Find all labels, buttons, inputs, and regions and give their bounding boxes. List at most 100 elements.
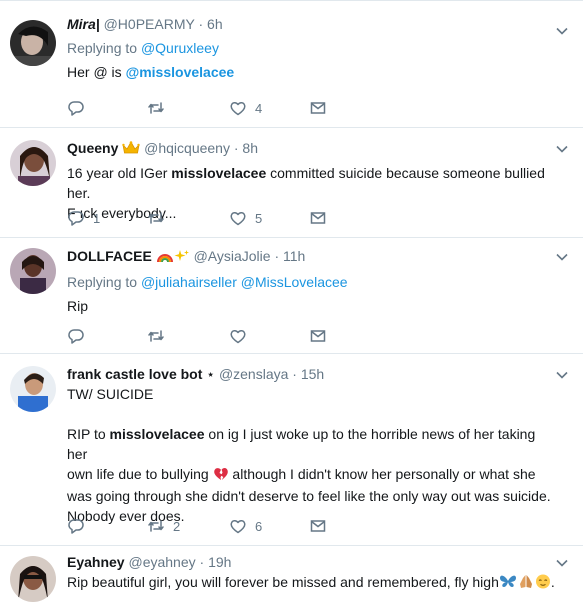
tweet-header: Mira| @H0PEARMY · 6h (67, 14, 553, 34)
message-icon (310, 212, 326, 224)
reply-button[interactable]: 1 (67, 208, 100, 228)
retweet-icon (148, 520, 164, 532)
like-button[interactable]: 4 (229, 98, 262, 118)
tweet-actions: 4 (67, 98, 327, 118)
separator: · (198, 16, 204, 32)
tweet-actions: 1 5 (67, 208, 327, 228)
retweet-button[interactable]: 2 (147, 516, 180, 536)
tweet-text-part: RIP to (67, 426, 110, 442)
display-name[interactable]: Mira| (67, 16, 100, 32)
like-button[interactable]: 6 (229, 516, 262, 536)
replying-to: Replying to @Quruxleey (67, 38, 553, 58)
like-button[interactable] (229, 326, 255, 346)
direct-message-button[interactable] (309, 516, 327, 536)
message-icon (310, 330, 326, 342)
tweet[interactable]: Eyahney @eyahney · 19h Rip beautiful gir… (0, 546, 583, 602)
tweet-text-part: 16 year old IGer (67, 165, 172, 181)
tweet-text: RIP to misslovelacee on ig I just woke u… (67, 424, 553, 464)
retweet-count: 2 (173, 518, 181, 534)
reply-icon (68, 329, 84, 344)
avatar[interactable] (10, 140, 56, 186)
tweet[interactable]: frank castle love bot ⋆ @zenslaya · 15h … (0, 354, 583, 546)
tweet[interactable]: Mira| @H0PEARMY · 6h Replying to @Quruxl… (0, 0, 583, 128)
direct-message-button[interactable] (309, 208, 327, 228)
tweet-text-line: TW/ SUICIDE (67, 386, 154, 402)
tweet-header: DOLLFACEE @AysiaJolie · 11h (67, 246, 553, 268)
avatar[interactable] (10, 248, 56, 294)
reply-icon (68, 101, 84, 116)
mention-link[interactable]: @Quruxleey (141, 40, 219, 56)
reply-count: 1 (93, 210, 101, 226)
star-symbol: ⋆ (206, 366, 216, 382)
replying-to-label: Replying to (67, 274, 141, 290)
tweet-actions: 2 6 (67, 516, 327, 536)
tweet[interactable]: Queeny @hqicqueeny · 8h 16 year old IGer… (0, 128, 583, 238)
crown-emoji (122, 140, 140, 160)
replying-to: Replying to @juliahairseller @MissLovela… (67, 272, 553, 292)
timestamp[interactable]: 6h (207, 16, 223, 32)
separator: · (274, 248, 280, 264)
reply-icon (68, 519, 84, 534)
reply-icon (68, 211, 84, 226)
chevron-down-icon[interactable] (555, 556, 569, 570)
mention-link[interactable]: @misslovelacee (126, 64, 235, 80)
timestamp[interactable]: 15h (301, 366, 324, 382)
reply-button[interactable] (67, 516, 93, 536)
mention-link[interactable]: @MissLovelacee (241, 274, 348, 290)
reply-button[interactable] (67, 98, 93, 118)
like-icon (230, 520, 246, 534)
relieved-face-emoji (535, 574, 551, 594)
timestamp[interactable]: 19h (208, 554, 231, 570)
user-handle[interactable]: @AysiaJolie (194, 248, 271, 264)
chevron-down-icon[interactable] (555, 142, 569, 156)
display-name[interactable]: Queeny (67, 140, 118, 156)
like-icon (230, 212, 246, 226)
direct-message-button[interactable] (309, 326, 327, 346)
timestamp[interactable]: 8h (242, 140, 258, 156)
user-handle[interactable]: @eyahney (128, 554, 195, 570)
tweet[interactable]: DOLLFACEE @AysiaJolie · 11h Replying to … (0, 238, 583, 354)
broken-heart-emoji (213, 466, 229, 486)
display-name[interactable]: frank castle love bot (67, 366, 202, 382)
tweet-text-part: . (550, 574, 555, 590)
mention-link[interactable]: @juliahairseller (141, 274, 237, 290)
retweet-button[interactable] (147, 208, 173, 228)
rainbow-emoji (156, 248, 174, 268)
separator: · (199, 554, 205, 570)
timestamp[interactable]: 11h (283, 248, 305, 264)
retweet-icon (148, 330, 164, 342)
chevron-down-icon[interactable] (555, 250, 569, 264)
user-handle[interactable]: @H0PEARMY (104, 16, 195, 32)
like-icon (230, 330, 246, 344)
tweet-text-part: although I didn't know her personally or… (228, 466, 536, 482)
praying-hands-emoji (517, 574, 535, 594)
bold-username: misslovelacee (171, 165, 267, 181)
user-handle[interactable]: @zenslaya (219, 366, 288, 382)
tweet-text-part: Her @ is (67, 64, 126, 80)
reply-button[interactable] (67, 326, 93, 346)
butterfly-emoji (499, 574, 517, 594)
tweet-text: Rip beautiful girl, you will forever be … (67, 572, 555, 594)
avatar[interactable] (10, 366, 56, 412)
tweet-text-line: own life due to bullying although I didn… (67, 464, 553, 486)
like-count: 5 (255, 210, 263, 226)
like-button[interactable]: 5 (229, 208, 262, 228)
separator: · (292, 366, 297, 382)
display-name[interactable]: Eyahney (67, 554, 125, 570)
sparkles-emoji (174, 248, 190, 268)
chevron-down-icon[interactable] (555, 24, 569, 38)
retweet-icon (148, 102, 164, 114)
user-handle[interactable]: @hqicqueeny (144, 140, 230, 156)
replying-to-label: Replying to (67, 40, 141, 56)
tweet-header: Queeny @hqicqueeny · 8h (67, 138, 553, 160)
avatar[interactable] (10, 556, 56, 602)
avatar[interactable] (10, 20, 56, 66)
direct-message-button[interactable] (309, 98, 327, 118)
chevron-down-icon[interactable] (555, 368, 569, 382)
bold-username: misslovelacee (109, 426, 205, 442)
like-count: 6 (255, 518, 263, 534)
retweet-button[interactable] (147, 326, 173, 346)
display-name[interactable]: DOLLFACEE (67, 248, 152, 264)
retweet-button[interactable] (147, 98, 173, 118)
tweet-header: frank castle love bot ⋆ @zenslaya · 15h (67, 364, 553, 384)
